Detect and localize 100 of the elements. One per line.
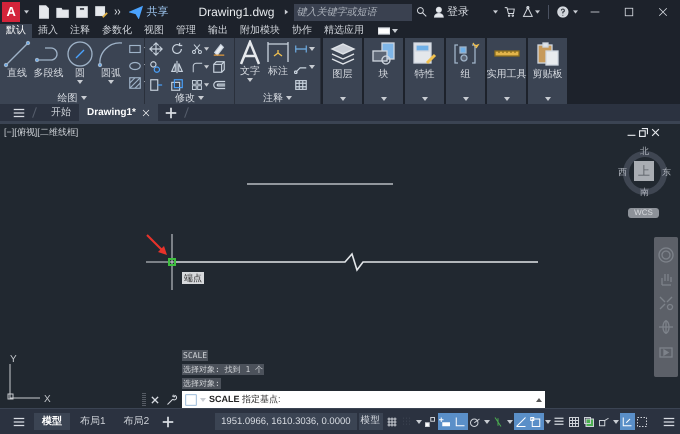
circle-icon[interactable] [66,40,94,68]
panel-title[interactable]: 修改 [175,90,195,106]
dynamic-toggle[interactable] [438,413,453,430]
offset-icon[interactable] [212,78,226,92]
draw-tool-button[interactable]: 圆 [66,40,94,92]
new-file-icon[interactable] [37,5,52,19]
osnap-toggle[interactable] [528,413,544,430]
array-icon[interactable] [191,78,203,92]
plus-icon[interactable] [164,106,178,120]
ribbon-large-button[interactable]: 组 [446,38,485,104]
triangle-icon[interactable] [522,5,534,19]
compass-west[interactable]: 西 [618,166,627,180]
caret-icon[interactable] [544,97,550,101]
scissors-icon[interactable] [191,42,203,56]
copy-icon[interactable] [149,60,163,74]
close-icon[interactable] [150,394,160,404]
caret-icon[interactable] [286,96,292,100]
letter-a-icon[interactable] [238,40,262,66]
search-icon[interactable] [416,5,428,19]
layout-tab[interactable]: 布局2 [116,413,158,430]
caret-icon[interactable] [612,420,619,424]
draw-tool-button[interactable]: 圆弧 [97,40,125,92]
file-tab[interactable]: 开始 [43,104,79,121]
caret-icon[interactable] [204,47,209,51]
model-space-button[interactable]: 模型 [358,413,383,430]
login-link[interactable]: 登录 [446,4,469,20]
caret-icon[interactable] [198,96,204,100]
caret-icon[interactable] [247,78,253,82]
stretch-icon[interactable] [149,78,163,92]
caret-icon[interactable] [309,47,315,51]
caret-icon[interactable] [380,97,386,101]
annotation-tool-button[interactable]: 标注 [266,40,290,92]
save-icon[interactable] [75,5,90,19]
caret-icon[interactable] [108,80,114,84]
tracking-toggle[interactable] [514,413,529,430]
caret-icon[interactable] [80,96,86,100]
fillet-icon[interactable] [191,60,203,74]
rotate-icon[interactable] [170,42,184,56]
ribbon-large-button[interactable]: 剪贴板 [528,38,567,104]
ribbon-tab[interactable]: 注释 [64,24,96,38]
panel-title[interactable]: 注释 [263,90,283,106]
wrench-icon[interactable] [166,394,178,406]
annotation-tool-button[interactable]: 文字 [238,40,262,92]
caret-icon[interactable] [504,97,510,101]
ribbon-large-button[interactable]: 图层 [323,38,362,104]
eraser-icon[interactable] [212,42,226,56]
layout-tab[interactable]: 模型 [34,413,70,430]
viewport-label[interactable]: [−][俯视][二维线框] [4,126,78,140]
caret-icon[interactable] [506,420,513,424]
rectangle-icon[interactable] [128,42,142,56]
share-icon[interactable] [129,5,144,19]
caret-icon[interactable] [484,420,490,424]
scroll-up-icon[interactable] [536,398,542,402]
plus-icon[interactable] [161,414,176,428]
caret-icon[interactable] [492,10,498,14]
hatch-icon[interactable] [128,76,142,90]
close-icon[interactable] [651,128,660,137]
layers-icon[interactable] [328,41,356,67]
layout-tab[interactable]: 布局1 [72,413,114,430]
draw-tool-button[interactable]: 直线 [3,40,31,92]
properties-icon[interactable] [410,41,438,67]
move-icon[interactable] [149,42,163,56]
caret-icon[interactable] [535,10,540,14]
caret-icon[interactable] [204,83,209,87]
ribbon-tab[interactable]: 协作 [286,24,318,38]
caret-icon[interactable] [24,10,30,14]
table-icon[interactable] [294,78,308,92]
caret-icon[interactable] [77,80,83,84]
caret-icon[interactable] [392,29,398,33]
compass-east[interactable]: 东 [662,166,671,180]
ribbon-tab[interactable]: 输出 [202,24,234,38]
annomonitor-toggle[interactable] [620,413,635,430]
line-icon[interactable] [3,40,31,68]
ribbon-tab[interactable]: 精选应用 [318,24,370,38]
mirror-icon[interactable] [170,60,184,74]
restore-icon[interactable] [639,128,648,137]
save-as-icon[interactable] [94,5,108,19]
ribbon-large-button[interactable]: 块 [364,38,403,104]
caret-icon[interactable] [416,420,422,424]
arc-icon[interactable] [97,40,125,68]
caret-icon[interactable] [422,97,428,101]
block-icon[interactable] [370,41,398,67]
scale-icon[interactable] [170,78,184,92]
ribbon-tab[interactable]: 视图 [138,24,170,38]
caret-icon[interactable] [544,420,551,424]
cart-icon[interactable] [504,5,516,19]
search-field[interactable]: 键入关键字或短语 [294,4,412,20]
compass-south[interactable]: 南 [640,186,649,200]
panel-title[interactable]: 绘图 [58,90,78,106]
share-button[interactable]: 共享 [146,4,168,20]
file-tab[interactable]: Drawing1* [79,104,158,121]
ribbon-tab[interactable]: 管理 [170,24,202,38]
ortho-toggle[interactable] [452,413,468,430]
caret-icon[interactable] [340,97,346,101]
caret-icon[interactable] [285,10,289,14]
compass-north[interactable]: 北 [640,145,649,158]
ribbon-tab[interactable]: 插入 [32,24,64,38]
caret-icon[interactable] [462,97,468,101]
caret-icon[interactable] [572,10,578,14]
caret-icon[interactable] [309,65,315,69]
